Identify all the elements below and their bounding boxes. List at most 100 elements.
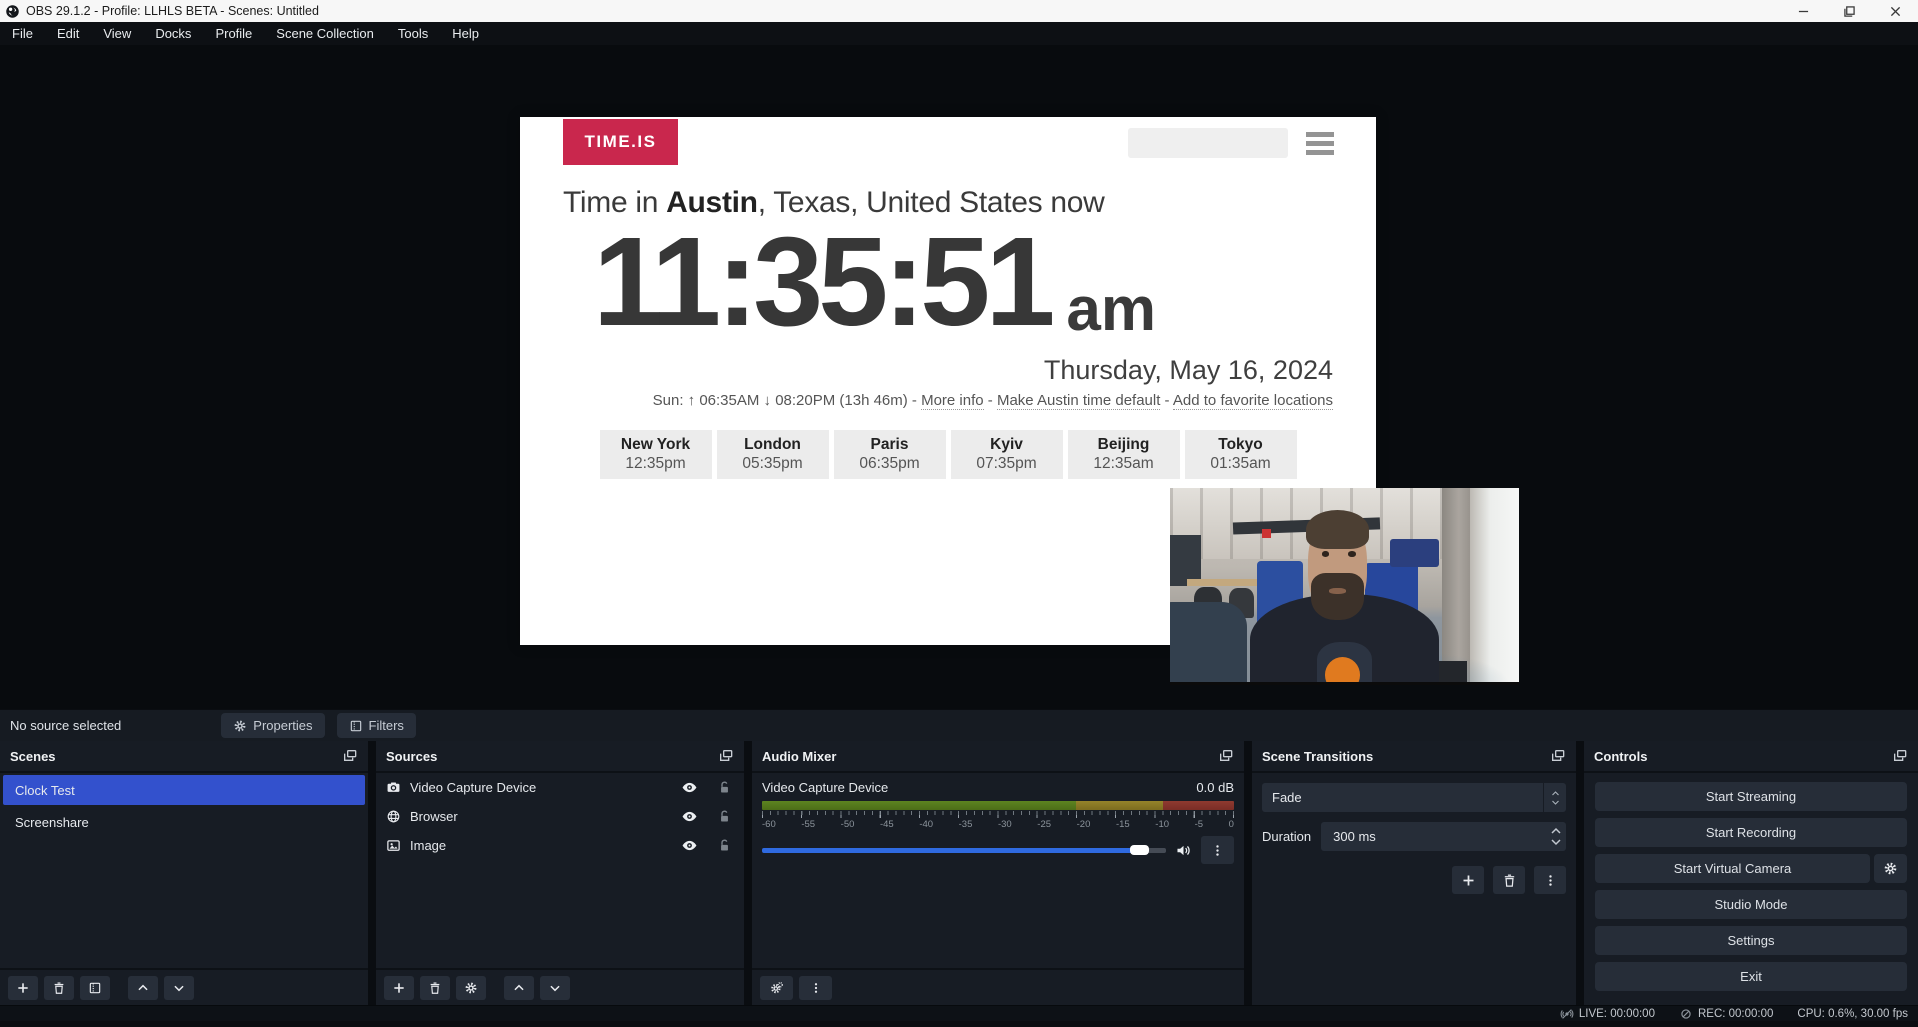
- chevron-down-icon: [1550, 838, 1562, 846]
- duration-input[interactable]: 300 ms: [1321, 822, 1566, 851]
- source-item-image[interactable]: Image: [376, 831, 744, 860]
- make-default-link[interactable]: Make Austin time default: [997, 392, 1160, 410]
- more-info-link[interactable]: More info: [921, 392, 984, 410]
- globe-icon: [386, 809, 401, 824]
- advanced-audio-button[interactable]: [760, 976, 793, 1000]
- transitions-title: Scene Transitions: [1262, 749, 1373, 764]
- visibility-icon[interactable]: [681, 808, 698, 825]
- title-bar: OBS 29.1.2 - Profile: LLHLS BETA - Scene…: [0, 0, 1918, 22]
- scene-up-button[interactable]: [128, 976, 158, 1000]
- program-canvas[interactable]: TIME.IS Time in Austin, Texas, United St…: [399, 55, 1519, 685]
- hamburger-menu-icon[interactable]: [1306, 132, 1334, 155]
- transition-menu-button[interactable]: [1534, 866, 1566, 894]
- scene-item-screenshare[interactable]: Screenshare: [3, 807, 365, 837]
- city-new-york[interactable]: New York12:35pm: [600, 430, 712, 479]
- menu-edit[interactable]: Edit: [45, 22, 91, 45]
- remove-source-button[interactable]: [420, 976, 450, 1000]
- menu-view[interactable]: View: [91, 22, 143, 45]
- plus-icon: [392, 981, 406, 995]
- transition-select[interactable]: Fade: [1262, 783, 1566, 812]
- plus-icon: [1461, 873, 1476, 888]
- city-london[interactable]: London05:35pm: [717, 430, 829, 479]
- remove-scene-button[interactable]: [44, 976, 74, 1000]
- timeis-logo: TIME.IS: [563, 119, 678, 165]
- start-recording-button[interactable]: Start Recording: [1595, 818, 1907, 847]
- popout-icon[interactable]: [1550, 748, 1566, 764]
- scenes-title: Scenes: [10, 749, 56, 764]
- plus-icon: [16, 981, 30, 995]
- start-streaming-button[interactable]: Start Streaming: [1595, 782, 1907, 811]
- source-item-browser[interactable]: Browser: [376, 802, 744, 831]
- exit-button[interactable]: Exit: [1595, 962, 1907, 991]
- duration-stepper[interactable]: [1550, 827, 1562, 846]
- popout-icon[interactable]: [718, 748, 734, 764]
- virtual-camera-settings-button[interactable]: [1874, 854, 1907, 883]
- menu-docks[interactable]: Docks: [143, 22, 203, 45]
- popout-icon[interactable]: [1892, 748, 1908, 764]
- scene-item-clock-test[interactable]: Clock Test: [3, 775, 365, 805]
- chevron-up-icon: [1550, 827, 1562, 835]
- gear-icon: [233, 719, 247, 733]
- add-scene-button[interactable]: [8, 976, 38, 1000]
- menu-tools[interactable]: Tools: [386, 22, 440, 45]
- source-down-button[interactable]: [540, 976, 570, 1000]
- remove-transition-button[interactable]: [1493, 866, 1525, 894]
- chevron-down-icon: [548, 981, 562, 995]
- source-up-button[interactable]: [504, 976, 534, 1000]
- restore-button[interactable]: [1826, 0, 1872, 22]
- menu-help[interactable]: Help: [440, 22, 491, 45]
- mixer-level-db: 0.0 dB: [1196, 780, 1234, 795]
- add-source-button[interactable]: [384, 976, 414, 1000]
- search-box[interactable]: [1128, 128, 1288, 158]
- lock-icon[interactable]: [717, 838, 732, 853]
- volume-slider-handle[interactable]: [1130, 845, 1149, 855]
- duration-label: Duration: [1262, 829, 1311, 844]
- menu-scene-collection[interactable]: Scene Collection: [264, 22, 386, 45]
- start-virtual-camera-button[interactable]: Start Virtual Camera: [1595, 854, 1870, 883]
- broadcast-off-icon: [1560, 1007, 1574, 1021]
- chevron-down-icon: [1551, 799, 1560, 806]
- scene-filters-button[interactable]: [80, 976, 110, 1000]
- trash-icon: [428, 981, 442, 995]
- add-transition-button[interactable]: [1452, 866, 1484, 894]
- source-item-video-capture[interactable]: Video Capture Device: [376, 773, 744, 802]
- menu-profile[interactable]: Profile: [203, 22, 264, 45]
- properties-button[interactable]: Properties: [221, 713, 324, 738]
- filters-button[interactable]: Filters: [337, 713, 416, 738]
- speaker-icon[interactable]: [1175, 842, 1192, 859]
- kebab-menu-icon: [809, 981, 823, 995]
- source-properties-button[interactable]: [456, 976, 486, 1000]
- visibility-icon[interactable]: [681, 779, 698, 796]
- close-button[interactable]: [1872, 0, 1918, 22]
- volume-slider[interactable]: [762, 848, 1166, 853]
- mixer-menu-button[interactable]: [799, 976, 832, 1000]
- obs-window: OBS 29.1.2 - Profile: LLHLS BETA - Scene…: [0, 0, 1918, 1027]
- clock-time: 11:35:51: [593, 232, 1050, 333]
- mixer-title: Audio Mixer: [762, 749, 836, 764]
- city-tokyo[interactable]: Tokyo01:35am: [1185, 430, 1297, 479]
- popout-icon[interactable]: [342, 748, 358, 764]
- controls-title: Controls: [1594, 749, 1647, 764]
- menu-bar: File Edit View Docks Profile Scene Colle…: [0, 22, 1918, 45]
- search-input[interactable]: [1136, 127, 1316, 159]
- city-paris[interactable]: Paris06:35pm: [834, 430, 946, 479]
- settings-button[interactable]: Settings: [1595, 926, 1907, 955]
- webcam-overlay[interactable]: [1170, 488, 1519, 685]
- minimize-button[interactable]: [1780, 0, 1826, 22]
- transition-select-stepper[interactable]: [1543, 783, 1566, 812]
- studio-mode-button[interactable]: Studio Mode: [1595, 890, 1907, 919]
- city-beijing[interactable]: Beijing12:35am: [1068, 430, 1180, 479]
- lock-icon[interactable]: [717, 780, 732, 795]
- popout-icon[interactable]: [1218, 748, 1234, 764]
- lock-icon[interactable]: [717, 809, 732, 824]
- dock-row: Scenes Clock Test Screenshare Sources: [0, 741, 1918, 1005]
- filters-icon: [88, 981, 102, 995]
- menu-file[interactable]: File: [0, 22, 45, 45]
- mixer-channel-name: Video Capture Device: [762, 780, 888, 795]
- scene-down-button[interactable]: [164, 976, 194, 1000]
- city-kyiv[interactable]: Kyiv07:35pm: [951, 430, 1063, 479]
- visibility-icon[interactable]: [681, 837, 698, 854]
- add-favorite-link[interactable]: Add to favorite locations: [1173, 392, 1333, 410]
- mixer-channel-menu-button[interactable]: [1201, 836, 1234, 864]
- source-toolbar: No source selected Properties Filters: [0, 709, 1918, 741]
